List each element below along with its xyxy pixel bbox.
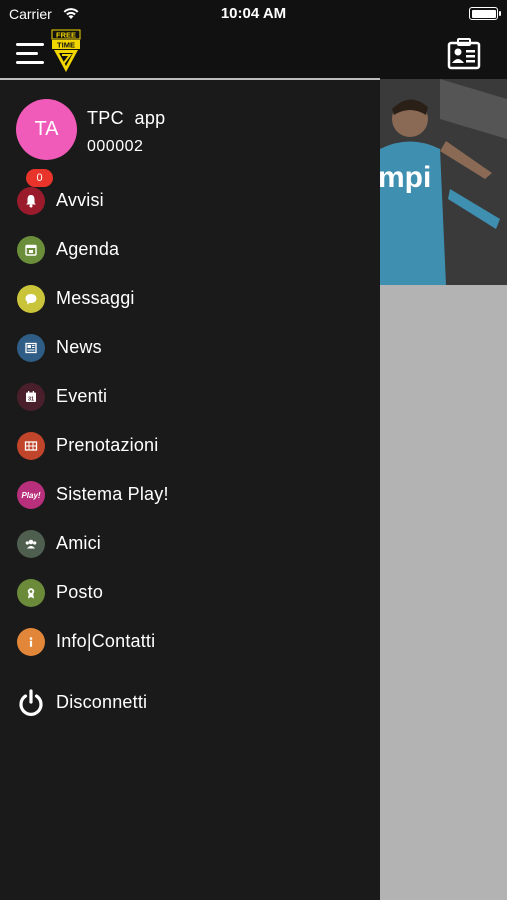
svg-text:31: 31: [28, 397, 34, 403]
menu-item-label: Agenda: [56, 239, 120, 259]
svg-text:TIME: TIME: [57, 41, 75, 50]
menu-item-label: Eventi: [56, 386, 108, 406]
event-calendar-icon: 31: [17, 383, 45, 411]
logout-button[interactable]: Disconnetti: [0, 683, 380, 723]
user-name: TPC app: [87, 108, 166, 128]
battery-icon: [469, 7, 501, 20]
friends-icon: [17, 530, 45, 558]
calendar-icon: [17, 236, 45, 264]
avatar[interactable]: TA: [16, 99, 77, 160]
menu-item-avvisi[interactable]: 0 Avvisi: [0, 169, 380, 221]
play-logo-icon: Play!: [17, 481, 45, 509]
status-bar: Carrier 10:04 AM: [0, 0, 507, 28]
menu-item-posto[interactable]: Posto: [0, 573, 380, 613]
main-content-area[interactable]: mpi: [380, 79, 507, 900]
newspaper-icon: [17, 334, 45, 362]
menu-toggle-button[interactable]: [16, 43, 44, 65]
bell-icon: [17, 187, 45, 215]
menu-item-agenda[interactable]: Agenda: [0, 230, 380, 270]
hero-title: mpi: [380, 161, 432, 194]
avatar-initials: TA: [34, 118, 59, 140]
menu-item-eventi[interactable]: 31 Eventi: [0, 377, 380, 417]
menu-item-label: Sistema Play!: [56, 484, 169, 504]
menu-item-label: Prenotazioni: [56, 435, 159, 455]
status-time: 10:04 AM: [220, 5, 287, 22]
logout-label: Disconnetti: [56, 692, 148, 712]
seat-medal-icon: [17, 579, 45, 607]
power-icon: [19, 689, 43, 716]
menu-item-label: Messaggi: [56, 288, 135, 308]
notification-badge: 0: [26, 169, 53, 187]
menu-item-prenotazioni[interactable]: Prenotazioni: [0, 426, 380, 466]
side-drawer: TA TPC app 000002 0 Avvisi Agenda Messag…: [0, 80, 380, 900]
top-navigation-bar: FREE TIME: [0, 28, 507, 79]
menu-item-label: Avvisi: [56, 190, 104, 210]
svg-text:FREE: FREE: [56, 31, 76, 40]
menu-item-label: Info|Contatti: [56, 631, 156, 651]
chat-bubble-icon: [17, 285, 45, 313]
menu-item-label: Posto: [56, 582, 104, 602]
menu-item-info-contatti[interactable]: Info|Contatti: [0, 622, 380, 662]
menu-item-news[interactable]: News: [0, 328, 380, 368]
menu-item-label: Amici: [56, 533, 101, 553]
booking-grid-icon: [17, 432, 45, 460]
play-logo-text: Play!: [21, 490, 41, 500]
menu-item-amici[interactable]: Amici: [0, 524, 380, 564]
member-card-icon[interactable]: [447, 38, 481, 70]
menu-item-label: News: [56, 337, 102, 357]
hero-banner[interactable]: mpi: [380, 79, 507, 285]
free-time-logo: FREE TIME: [51, 29, 81, 72]
user-id: 000002: [87, 138, 144, 155]
menu-item-messaggi[interactable]: Messaggi: [0, 279, 380, 319]
info-icon: [17, 628, 45, 656]
menu-item-sistema-play[interactable]: Play! Sistema Play!: [0, 475, 380, 515]
